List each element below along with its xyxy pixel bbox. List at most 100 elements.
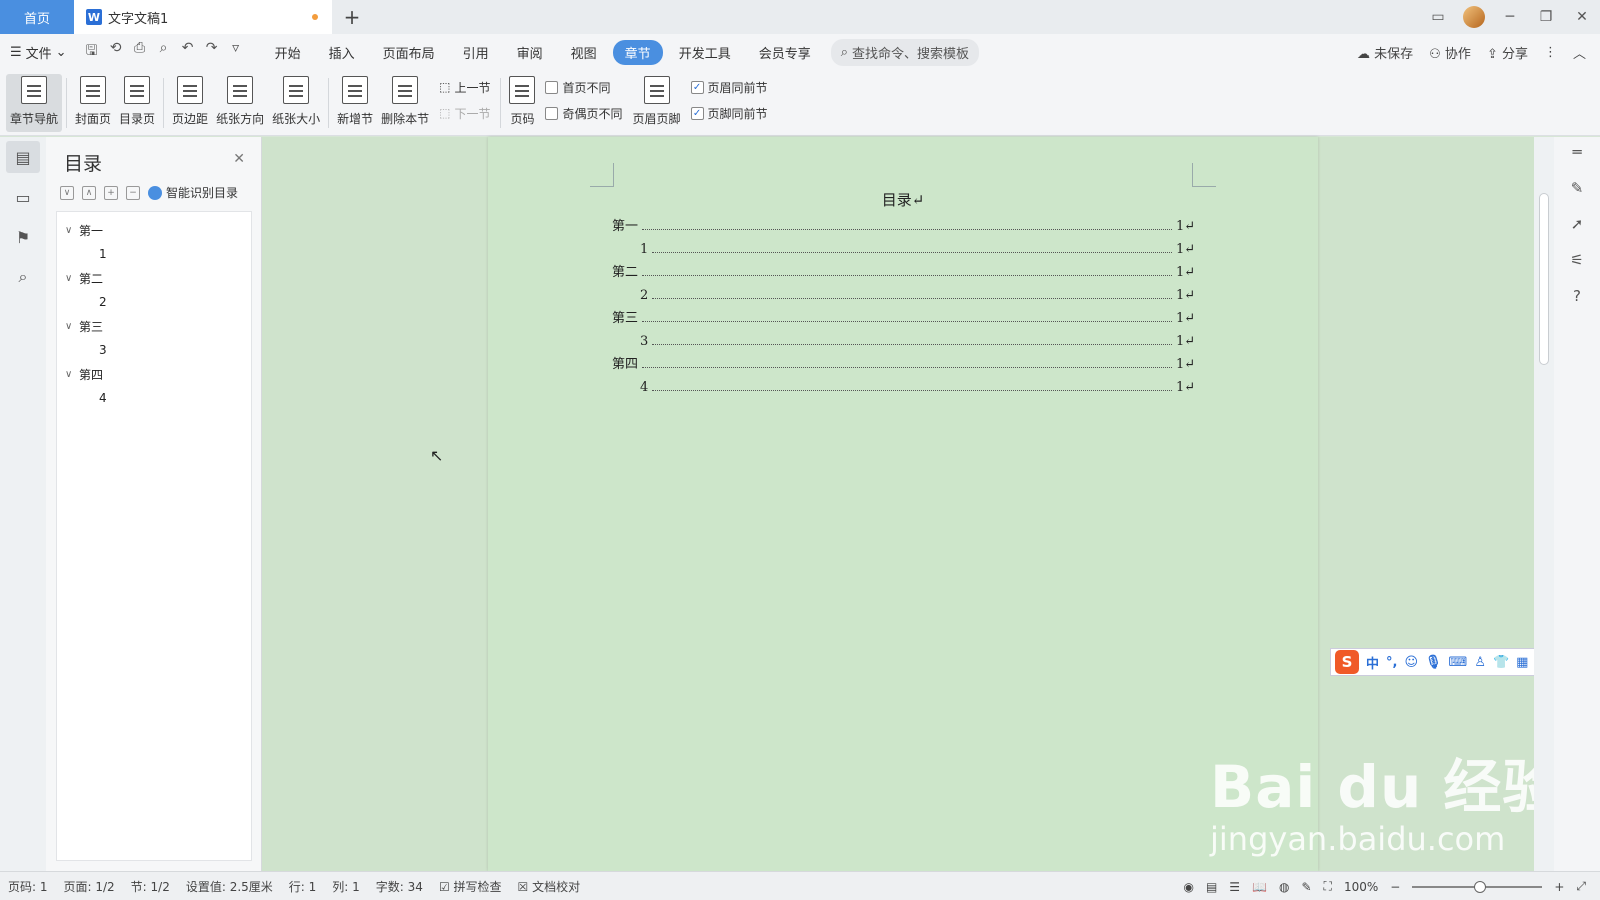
customize-toolbar-icon[interactable]: ▿ bbox=[227, 40, 245, 64]
pen-icon[interactable]: ✎ bbox=[1571, 179, 1584, 197]
unsaved-status[interactable]: ☁ 未保存 bbox=[1357, 43, 1413, 62]
first-page-diff-checkbox[interactable]: 首页不同 bbox=[545, 78, 622, 96]
undo-icon[interactable]: ↶ bbox=[179, 40, 197, 64]
collapse-bar-icon[interactable]: ═ bbox=[1572, 143, 1581, 161]
add-item-icon[interactable]: + bbox=[104, 185, 118, 200]
cover-page-button[interactable]: 封面页 bbox=[71, 74, 115, 132]
more-menu-icon[interactable]: ⋮ bbox=[1544, 45, 1557, 60]
toc-tree-subitem[interactable]: 3 bbox=[57, 338, 251, 362]
page-view-icon[interactable]: ▤ bbox=[1206, 880, 1217, 894]
bookmark-icon[interactable]: ⚑ bbox=[6, 221, 40, 253]
menu-insert[interactable]: 插入 bbox=[317, 40, 367, 65]
collapse-ribbon-icon[interactable]: ︿ bbox=[1573, 43, 1586, 62]
window-layout-icon[interactable]: ▭ bbox=[1420, 0, 1456, 34]
settings-sliders-icon[interactable]: ⚟ bbox=[1570, 251, 1583, 269]
chevron-down-icon[interactable]: ∨ bbox=[65, 273, 79, 284]
restore-button[interactable]: ❐ bbox=[1528, 0, 1564, 34]
user-avatar[interactable] bbox=[1456, 0, 1492, 34]
toc-entry[interactable]: 第四 1↵ bbox=[612, 349, 1195, 372]
toc-nav-icon[interactable]: ▤ bbox=[6, 141, 40, 173]
fullscreen-icon[interactable]: ⤢ bbox=[1576, 879, 1586, 894]
toc-tree-item[interactable]: ∨ 第四 bbox=[57, 362, 251, 386]
smart-detect-button[interactable]: 智能识别目录 bbox=[148, 184, 238, 201]
eye-protection-icon[interactable]: ◉ bbox=[1183, 880, 1193, 894]
chapter-nav-button[interactable]: 章节导航 bbox=[6, 74, 63, 132]
format-painter-icon[interactable]: ⟲ bbox=[107, 40, 125, 64]
zoom-out-button[interactable]: − bbox=[1390, 880, 1400, 894]
pointer-icon[interactable]: ➚ bbox=[1571, 215, 1584, 233]
menu-page-layout[interactable]: 页面布局 bbox=[371, 40, 447, 65]
tab-document[interactable]: W 文字文稿1 bbox=[74, 0, 332, 34]
toc-entry[interactable]: 3 1↵ bbox=[612, 326, 1195, 349]
toc-tree-subitem[interactable]: 2 bbox=[57, 290, 251, 314]
toc-entry[interactable]: 1 1↵ bbox=[612, 234, 1195, 257]
remove-item-icon[interactable]: − bbox=[126, 185, 140, 200]
toc-tree-item[interactable]: ∨ 第一 bbox=[57, 218, 251, 242]
command-search-input[interactable]: ⌕ 查找命令、搜索模板 bbox=[830, 38, 980, 66]
close-window-button[interactable]: ✕ bbox=[1564, 0, 1600, 34]
odd-even-diff-checkbox[interactable]: 奇偶页不同 bbox=[545, 104, 623, 122]
toc-tree-item[interactable]: ∨ 第二 bbox=[57, 266, 251, 290]
reading-view-icon[interactable]: 📖 bbox=[1252, 880, 1267, 894]
chevron-down-icon[interactable]: ∨ bbox=[65, 369, 79, 380]
toc-tree-subitem[interactable]: 4 bbox=[57, 386, 251, 410]
delete-section-button[interactable]: 删除本节 bbox=[377, 74, 433, 132]
footer-same-prev-checkbox[interactable]: ✓ 页脚同前节 bbox=[690, 104, 768, 122]
toc-entry[interactable]: 第一 1↵ bbox=[612, 211, 1195, 234]
menu-review[interactable]: 审阅 bbox=[505, 40, 555, 65]
toc-tree-item[interactable]: ∨ 第三 bbox=[57, 314, 251, 338]
chapter-icon[interactable]: ▭ bbox=[6, 181, 40, 213]
emoji-icon[interactable]: ☺ bbox=[1404, 655, 1418, 670]
collapse-all-icon[interactable]: ∧ bbox=[82, 185, 96, 200]
menu-developer[interactable]: 开发工具 bbox=[667, 40, 743, 65]
zoom-slider-knob[interactable] bbox=[1474, 880, 1487, 893]
web-view-icon[interactable]: ◍ bbox=[1279, 880, 1289, 894]
share-button[interactable]: ⇪ 分享 bbox=[1487, 43, 1528, 62]
header-footer-button[interactable]: 页眉页脚 bbox=[629, 74, 685, 132]
header-same-prev-checkbox[interactable]: ✓ 页眉同前节 bbox=[690, 78, 768, 96]
skin-icon[interactable]: 👕 bbox=[1493, 655, 1509, 670]
toc-tree-subitem[interactable]: 1 bbox=[57, 242, 251, 266]
tab-home[interactable]: 首页 bbox=[0, 0, 74, 34]
fit-page-icon[interactable]: ⛶ bbox=[1324, 879, 1332, 894]
menu-chapter[interactable]: 章节 bbox=[612, 39, 663, 65]
status-setting[interactable]: 设置值: 2.5厘米 bbox=[186, 878, 273, 895]
expand-all-icon[interactable]: ∨ bbox=[60, 185, 74, 200]
status-word-count[interactable]: 字数: 34 bbox=[376, 878, 423, 895]
doc-proof-button[interactable]: ☒ 文档校对 bbox=[518, 878, 581, 895]
search-icon[interactable]: ⌕ bbox=[6, 261, 40, 293]
prev-section-button[interactable]: ⬚ 上一节 bbox=[439, 78, 490, 96]
next-section-button[interactable]: ⬚ 下一节 bbox=[439, 104, 490, 122]
outline-view-icon[interactable]: ☰ bbox=[1229, 880, 1240, 894]
new-section-button[interactable]: 新增节 bbox=[333, 74, 377, 132]
zoom-slider[interactable] bbox=[1412, 880, 1543, 893]
orientation-button[interactable]: 纸张方向 bbox=[212, 74, 268, 132]
keyboard-icon[interactable]: ⌨ bbox=[1449, 655, 1468, 670]
close-icon[interactable]: ✕ bbox=[233, 151, 245, 167]
save-icon[interactable]: 🖫 bbox=[83, 40, 101, 64]
document-page[interactable]: 目录↵ 第一 1↵ 1 1↵ 第二 1↵ 2 1↵ 第三 1↵ 3 1↵ 第四 1↵ 4 1↵ bbox=[488, 137, 1318, 871]
margins-button[interactable]: 页边距 bbox=[168, 74, 212, 132]
print-preview-icon[interactable]: ⌕ bbox=[155, 40, 173, 64]
scrollbar-thumb[interactable] bbox=[1539, 193, 1549, 365]
microphone-icon[interactable]: 🎙 bbox=[1425, 655, 1442, 670]
new-tab-button[interactable]: + bbox=[332, 0, 372, 34]
toc-entry[interactable]: 第三 1↵ bbox=[612, 303, 1195, 326]
menu-view[interactable]: 视图 bbox=[559, 40, 609, 65]
spell-check-button[interactable]: ☑ 拼写检查 bbox=[439, 878, 502, 895]
menu-member[interactable]: 会员专享 bbox=[747, 40, 823, 65]
collab-button[interactable]: ⚇ 协作 bbox=[1429, 43, 1471, 62]
menu-references[interactable]: 引用 bbox=[451, 40, 501, 65]
paper-size-button[interactable]: 纸张大小 bbox=[268, 74, 324, 132]
toc-entry[interactable]: 第二 1↵ bbox=[612, 257, 1195, 280]
page-number-button[interactable]: 页码 bbox=[505, 74, 539, 132]
zoom-level[interactable]: 100% bbox=[1344, 880, 1378, 894]
ime-toolbar[interactable]: S 中 °, ☺ 🎙 ⌨ ♙ 👕 ▦ bbox=[1330, 648, 1542, 676]
grid-menu-icon[interactable]: ▦ bbox=[1516, 655, 1528, 670]
menu-start[interactable]: 开始 bbox=[263, 40, 313, 65]
ime-lang-toggle[interactable]: 中 bbox=[1366, 653, 1379, 672]
status-pages[interactable]: 页面: 1/2 bbox=[64, 878, 115, 895]
minimize-button[interactable]: ─ bbox=[1492, 0, 1528, 34]
vertical-scrollbar[interactable] bbox=[1534, 137, 1554, 871]
punctuation-icon[interactable]: °, bbox=[1386, 655, 1397, 670]
